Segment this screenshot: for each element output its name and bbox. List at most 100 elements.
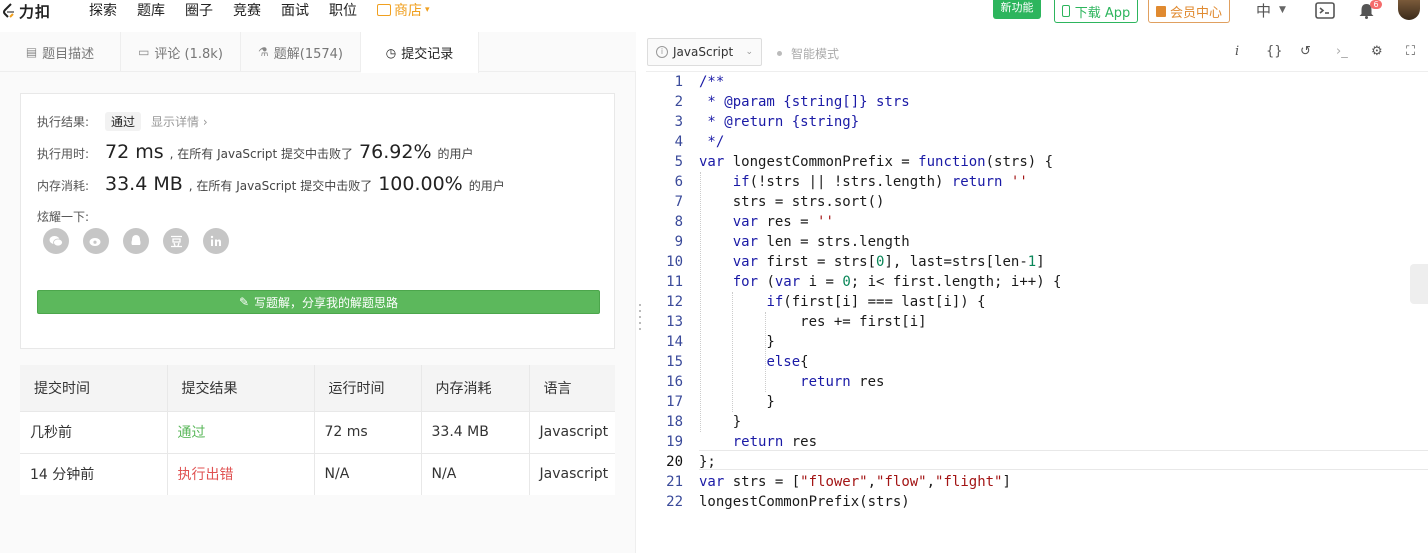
code-line: } <box>699 334 775 350</box>
code-line: var strs = ["flower","flow","flight"] <box>699 474 1011 490</box>
write-solution-button[interactable]: ✎ 写题解，分享我的解题思路 <box>37 290 600 314</box>
undo-icon[interactable]: ↺ <box>1300 44 1311 59</box>
write-solution-label: 写题解，分享我的解题思路 <box>254 295 399 310</box>
code-line: /** <box>699 74 725 90</box>
new-feature-badge[interactable]: 新功能 <box>993 0 1041 19</box>
col-language: 语言 <box>529 365 615 411</box>
nav-explore[interactable]: 探索 <box>89 0 117 20</box>
code-line: var longestCommonPrefix = function(strs)… <box>699 154 1054 170</box>
submissions-table: 提交时间 提交结果 运行时间 内存消耗 语言 几秒前 通过 72 ms 33.4… <box>20 365 615 495</box>
logo[interactable]: 力扣 <box>2 0 51 22</box>
pencil-icon: ✎ <box>238 295 250 309</box>
line-number: 22 <box>666 494 683 510</box>
show-detail-link[interactable]: 显示详情 › <box>151 113 208 130</box>
top-nav: 力扣 探索 题库 圈子 竞赛 面试 职位 商店 ▾ 新功能 下载 App 会员中… <box>0 0 1428 23</box>
status-label: 执行结果: <box>37 115 90 129</box>
line-number: 2 <box>674 94 683 110</box>
code-line: var len = strs.length <box>732 234 910 250</box>
terminal-icon[interactable]: ›_ <box>1336 44 1348 59</box>
code-line: * @param {string[]} strs <box>699 94 910 110</box>
code-line: strs = strs.sort() <box>699 194 885 210</box>
nav-store[interactable]: 商店 ▾ <box>377 0 430 20</box>
description-icon: ▤ <box>25 45 38 59</box>
wechat-icon[interactable] <box>43 228 69 254</box>
language-select-value: JavaScript <box>673 45 734 59</box>
code-line: } <box>699 394 775 410</box>
tab-submissions[interactable]: ◷ 提交记录 <box>361 32 479 73</box>
weibo-icon[interactable] <box>83 228 109 254</box>
language-switcher[interactable]: 中 ▼ <box>1256 0 1286 20</box>
code-line: for (var i = 0; i< first.length; i++) { <box>732 274 1062 290</box>
line-gutter: 1 2 3 4 5 6 7 8 9 10 11 12 13 14 15 16 17 18 19 20 21 22 <box>646 72 686 553</box>
table-row[interactable]: 14 分钟前 执行出错 N/A N/A Javascript <box>20 452 615 495</box>
language-label: 中 <box>1256 1 1272 20</box>
side-float-tab[interactable] <box>1410 264 1428 304</box>
avatar[interactable] <box>1398 0 1420 20</box>
code-line: * @return {string} <box>699 114 860 130</box>
submit-memory: 33.4 MB <box>421 410 530 453</box>
panel-resize-handle[interactable] <box>638 300 642 348</box>
linkedin-icon[interactable] <box>203 228 229 254</box>
qq-icon[interactable] <box>123 228 149 254</box>
tab-description[interactable]: ▤ 题目描述 <box>0 32 121 72</box>
download-app-button[interactable]: 下载 App <box>1054 0 1138 23</box>
code-line: res += first[i] <box>699 314 927 330</box>
code-line: else{ <box>766 354 809 370</box>
runtime-label: 执行用时: <box>37 147 90 161</box>
fullscreen-icon[interactable]: ⛶ <box>1406 44 1415 59</box>
line-number: 18 <box>666 414 683 430</box>
line-number: 12 <box>666 294 683 310</box>
tab-comments[interactable]: ▭ 评论 (1.8k) <box>121 32 241 72</box>
status-row: 执行结果: 通过 显示详情 › <box>37 112 208 131</box>
line-number: 19 <box>666 434 683 450</box>
code-line: var first = strs[0], last=strs[len-1] <box>732 254 1045 270</box>
vip-center-button[interactable]: 会员中心 <box>1148 0 1230 23</box>
line-number: 6 <box>674 174 683 190</box>
nav-jobs[interactable]: 职位 <box>329 0 357 20</box>
settings-icon[interactable]: ⚙ <box>1371 44 1383 59</box>
clock-icon: ◷ <box>385 45 397 60</box>
tab-label: 评论 (1.8k) <box>154 46 223 62</box>
toggle-dot-icon <box>777 51 782 56</box>
store-icon <box>377 4 391 16</box>
line-number: 21 <box>666 474 683 490</box>
runtime-percent: 76.92% <box>359 141 432 163</box>
table-row[interactable]: 几秒前 通过 72 ms 33.4 MB Javascript <box>20 410 615 453</box>
nav-problems[interactable]: 题库 <box>137 0 165 20</box>
douban-icon[interactable] <box>163 228 189 254</box>
braces-icon[interactable]: {} <box>1266 44 1283 59</box>
info-icon[interactable]: i <box>1235 44 1239 59</box>
submit-language: Javascript <box>529 410 615 453</box>
phone-icon <box>1061 5 1070 17</box>
tab-solutions[interactable]: ⚗ 题解(1574) <box>241 32 361 72</box>
chevron-down-icon: ⌄ <box>745 47 753 57</box>
col-memory: 内存消耗 <box>421 365 530 411</box>
left-panel: ▤ 题目描述 ▭ 评论 (1.8k) ⚗ 题解(1574) ◷ 提交记录 执行结… <box>0 32 636 553</box>
editor-toolbar: i JavaScript ⌄ 智能模式 i {} ↺ ›_ ⚙ ⛶ <box>646 32 1428 72</box>
smart-mode-toggle[interactable]: 智能模式 <box>777 45 839 62</box>
playground-icon[interactable] <box>1315 2 1335 19</box>
memory-row: 内存消耗: 33.4 MB , 在所有 JavaScript 提交中击败了 10… <box>37 173 511 195</box>
table-header: 提交时间 提交结果 运行时间 内存消耗 语言 <box>20 365 615 411</box>
result-card: 执行结果: 通过 显示详情 › 执行用时: 72 ms , 在所有 JavaSc… <box>20 93 615 349</box>
nav-circle[interactable]: 圈子 <box>185 0 213 20</box>
submit-result[interactable]: 通过 <box>167 410 315 453</box>
line-number: 13 <box>666 314 683 330</box>
nav-interview[interactable]: 面试 <box>281 0 309 20</box>
code-line: longestCommonPrefix(strs) <box>699 494 910 510</box>
line-number: 5 <box>674 154 683 170</box>
code-editor[interactable]: 1 2 3 4 5 6 7 8 9 10 11 12 13 14 15 16 17 18 19 20 21 22 /** … <box>646 72 1428 553</box>
nav-contest[interactable]: 竞赛 <box>233 0 261 20</box>
line-number: 9 <box>674 234 683 250</box>
language-select[interactable]: i JavaScript ⌄ <box>647 38 762 66</box>
runtime-text: , 在所有 JavaScript 提交中击败了 <box>169 147 354 161</box>
line-number: 20 <box>666 454 683 470</box>
tab-label: 题解(1574) <box>273 46 343 62</box>
users-text: 的用户 <box>468 179 505 193</box>
memory-text: , 在所有 JavaScript 提交中击败了 <box>188 179 373 193</box>
status-badge: 通过 <box>105 112 142 131</box>
code-line: if(!strs || !strs.length) return '' <box>732 174 1028 190</box>
tab-label: 题目描述 <box>42 46 95 62</box>
submit-result[interactable]: 执行出错 <box>167 452 315 495</box>
submit-runtime: N/A <box>314 452 422 495</box>
